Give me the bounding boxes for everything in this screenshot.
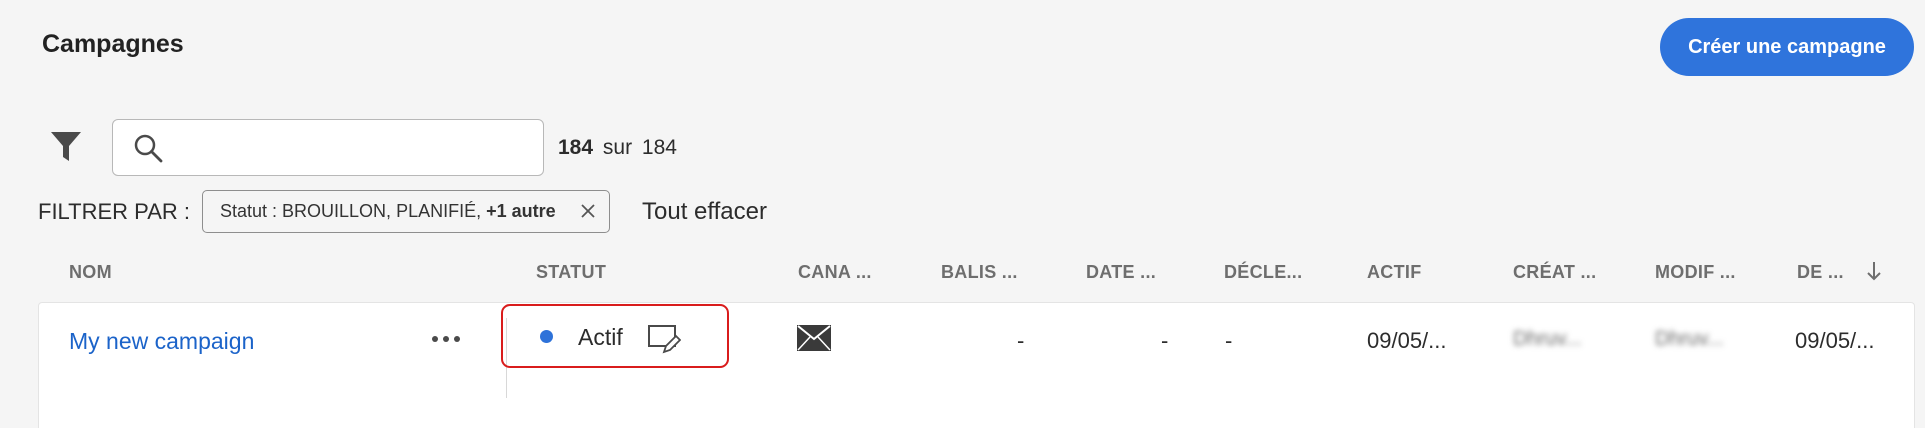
table-body <box>38 302 1915 428</box>
filter-icon[interactable] <box>50 130 82 164</box>
column-header-modified[interactable]: MODIF ... <box>1655 262 1736 283</box>
column-header-status[interactable]: STATUT <box>536 262 606 283</box>
page-title: Campagnes <box>42 30 184 58</box>
column-header-from[interactable]: DE ... <box>1797 262 1844 283</box>
column-header-created[interactable]: CRÉAT ... <box>1513 262 1596 283</box>
count-total: 184 <box>641 136 677 159</box>
status-label: Actif <box>578 324 623 350</box>
search-box[interactable] <box>112 119 544 176</box>
close-icon[interactable] <box>579 202 597 220</box>
count-shown: 184 <box>558 136 594 159</box>
filter-tag-more: +1 autre <box>486 201 556 221</box>
tags-cell: - <box>1017 328 1025 353</box>
search-icon <box>134 134 163 163</box>
created-by-cell: Dhruv... <box>1513 328 1582 350</box>
trigger-cell: - <box>1225 328 1233 353</box>
campaign-name-link[interactable]: My new campaign <box>69 328 254 355</box>
status-dot <box>540 330 553 343</box>
active-date-cell: 09/05/... <box>1367 328 1447 353</box>
column-header-active[interactable]: ACTIF <box>1367 262 1422 283</box>
column-header-tags[interactable]: BALIS ... <box>941 262 1018 283</box>
count-separator: sur <box>602 136 633 159</box>
column-header-date[interactable]: DATE ... <box>1086 262 1156 283</box>
modified-by-cell: Dhruv... <box>1655 328 1724 350</box>
status-filter-tag[interactable]: Statut : BROUILLON, PLANIFIÉ, +1 autre <box>202 190 610 233</box>
edit-icon[interactable] <box>647 322 681 356</box>
search-input[interactable] <box>177 130 527 166</box>
date-cell: - <box>1161 328 1169 353</box>
column-header-name[interactable]: NOM <box>69 262 112 283</box>
column-header-trigger[interactable]: DÉCLE... <box>1224 262 1302 283</box>
result-count: 184 sur 184 <box>558 136 677 160</box>
filter-tag-text: Statut : BROUILLON, PLANIFIÉ, <box>220 201 482 221</box>
email-icon <box>797 325 831 351</box>
column-header-channel[interactable]: CANA ... <box>798 262 872 283</box>
filter-by-label: FILTRER PAR : <box>38 199 190 224</box>
sort-descending-icon[interactable] <box>1865 260 1883 282</box>
clear-all-link[interactable]: Tout effacer <box>642 198 767 226</box>
from-date-cell: 09/05/... <box>1795 328 1875 353</box>
create-campaign-button[interactable]: Créer une campagne <box>1660 18 1914 76</box>
more-actions-icon[interactable] <box>431 334 461 344</box>
